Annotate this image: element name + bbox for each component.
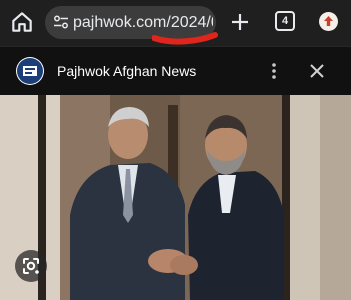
tab-switcher-button[interactable]: 4	[275, 11, 295, 31]
site-title: Pajhwok Afghan News	[57, 63, 197, 79]
more-vertical-icon[interactable]	[265, 61, 283, 81]
site-header: Pajhwok Afghan News	[0, 46, 351, 95]
red-underline-annotation	[152, 32, 218, 45]
close-icon[interactable]	[308, 62, 326, 80]
article-photo[interactable]	[0, 95, 351, 300]
browser-toolbar: pajhwok.com/2024/0 4	[0, 0, 351, 46]
home-icon[interactable]	[9, 9, 35, 35]
tune-icon[interactable]	[53, 14, 69, 30]
pajhwok-logo	[16, 57, 44, 85]
photo-illustration	[0, 95, 351, 300]
profile-icon[interactable]	[319, 12, 338, 31]
plus-icon[interactable]	[228, 10, 252, 34]
lens-icon[interactable]	[15, 250, 47, 282]
